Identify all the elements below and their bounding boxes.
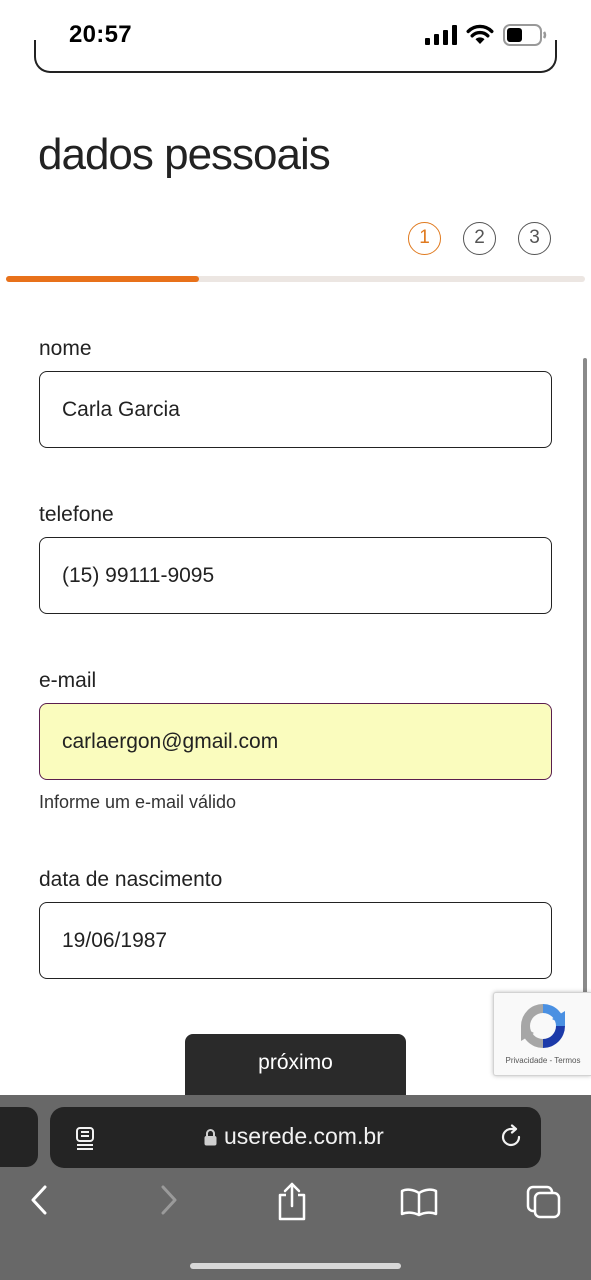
- address-bar[interactable]: userede.com.br: [50, 1107, 541, 1168]
- email-input[interactable]: [39, 703, 552, 780]
- phone-input[interactable]: [39, 537, 552, 614]
- phone-label: telefone: [39, 503, 114, 526]
- browser-toolbar: userede.com.br: [0, 1095, 591, 1280]
- previous-tab[interactable]: [0, 1107, 38, 1167]
- forward-icon[interactable]: [157, 1185, 179, 1215]
- email-validation-message: Informe um e-mail válido: [39, 792, 237, 812]
- name-input[interactable]: [39, 371, 552, 448]
- recaptcha-icon: [521, 1004, 565, 1048]
- birthdate-label: data de nascimento: [39, 868, 223, 891]
- reader-icon[interactable]: [74, 1126, 98, 1150]
- home-indicator[interactable]: [190, 1263, 401, 1269]
- bookmarks-icon[interactable]: [400, 1187, 438, 1217]
- step-2-indicator: 2: [463, 222, 496, 255]
- step-3-indicator: 3: [518, 222, 551, 255]
- progress-fill: [6, 276, 199, 282]
- step-1-indicator: 1: [408, 222, 441, 255]
- share-icon[interactable]: [276, 1181, 308, 1221]
- recaptcha-links[interactable]: Privacidade - Termos: [494, 1056, 591, 1065]
- previous-card-edge: [34, 40, 557, 73]
- recaptcha-badge[interactable]: Privacidade - Termos: [493, 992, 591, 1076]
- url-text[interactable]: userede.com.br: [224, 1123, 384, 1150]
- name-label: nome: [39, 337, 92, 360]
- back-icon[interactable]: [29, 1185, 51, 1215]
- tabs-icon[interactable]: [526, 1185, 562, 1219]
- email-label: e-mail: [39, 669, 97, 692]
- birthdate-input[interactable]: [39, 902, 552, 979]
- scrollbar[interactable]: [583, 358, 587, 998]
- lock-icon: [204, 1129, 217, 1146]
- page-title: dados pessoais: [38, 130, 331, 179]
- reload-icon[interactable]: [498, 1124, 524, 1150]
